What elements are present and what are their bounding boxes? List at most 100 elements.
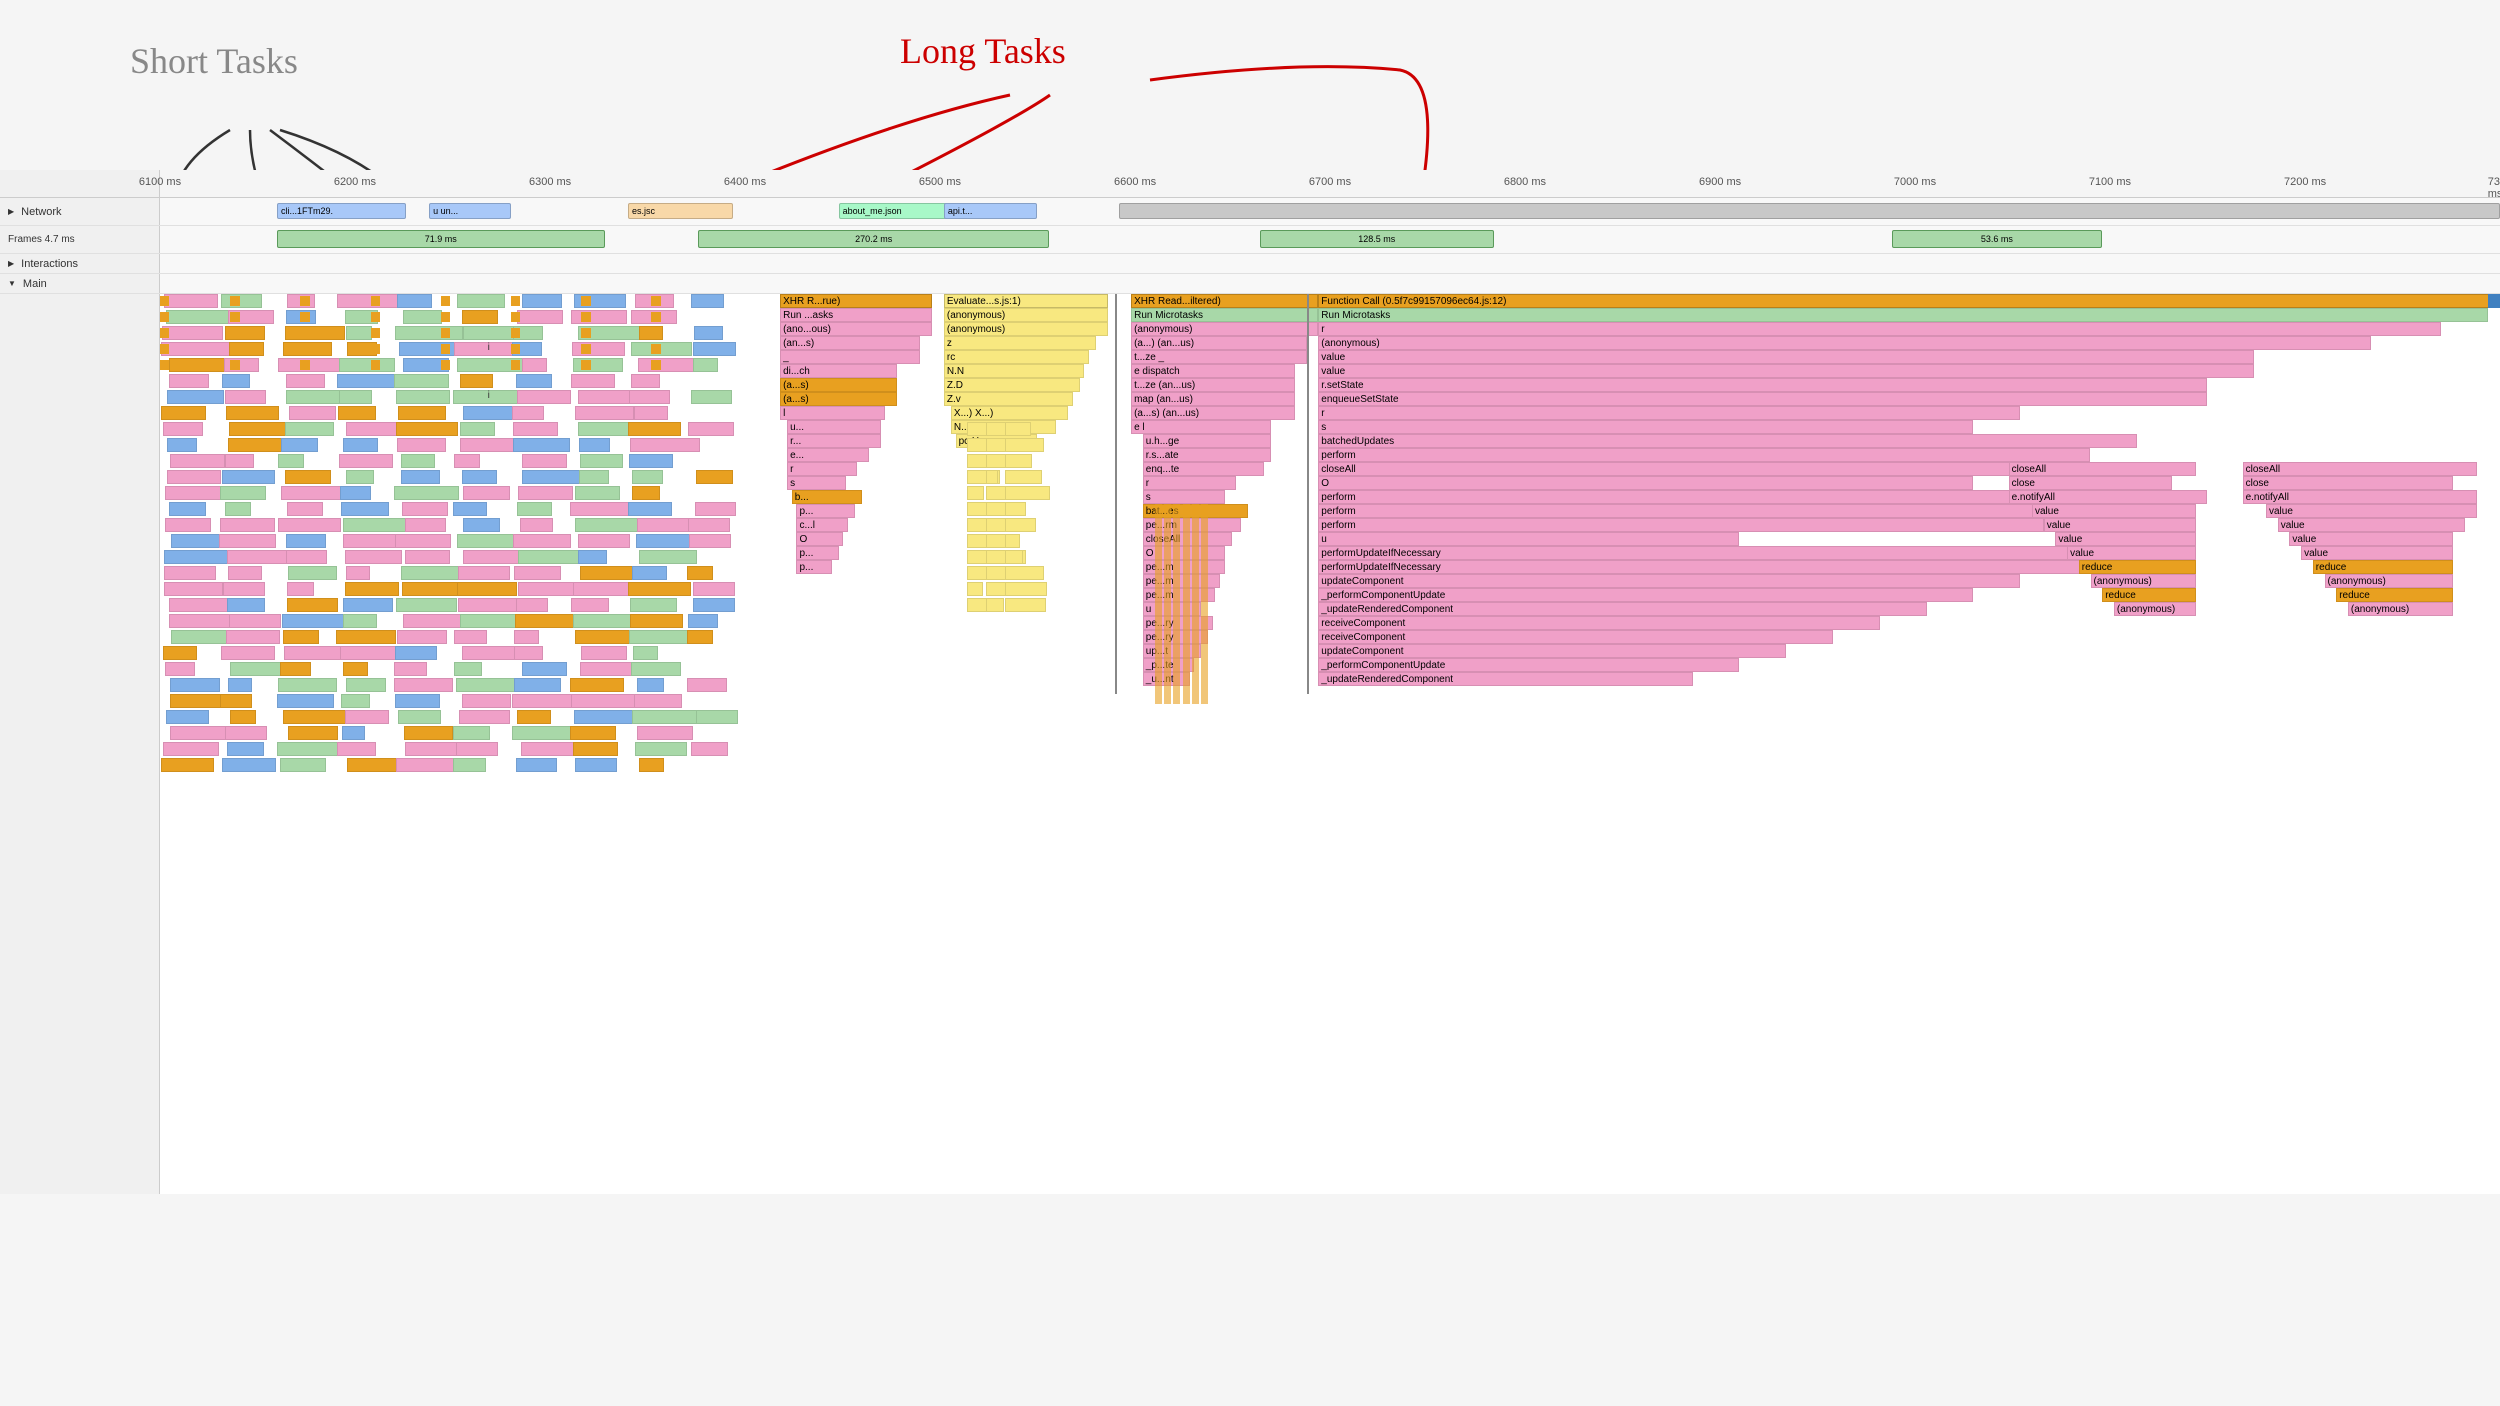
call-frame: p... [796,504,855,518]
call-frame: _performComponentUpdate [1318,588,1973,602]
call-frame [281,438,319,452]
call-frame: batchedUpdates [1318,434,2137,448]
call-frame [345,550,402,564]
call-frame [696,710,738,724]
call-frame: performUpdateIfNecessary [1318,546,2137,560]
call-frame [278,518,342,532]
call-frame [580,662,635,676]
call-frame [691,390,732,404]
call-frame: r [1318,322,2441,336]
call-frame [457,534,516,548]
network-content: cli...1FTm29.u un...es.jscabout_me.jsona… [160,198,2500,225]
call-frame [337,294,402,308]
task-indicator [371,296,380,306]
call-frame: (anonymous) [1318,336,2371,350]
call-frame [632,470,663,484]
call-frame [401,470,441,484]
call-frame [693,598,735,612]
call-frame [395,694,440,708]
task-indicator [651,344,660,354]
track-interactions[interactable]: ▶ Interactions [0,254,2500,274]
call-frame [1005,422,1032,436]
call-frame [222,374,250,388]
time-marker: 6100 ms [139,176,181,188]
call-frame [288,566,337,580]
call-frame [516,374,552,388]
call-frame [283,630,319,644]
call-frame [628,502,672,516]
call-frame [687,678,727,692]
call-frame: (anonymous) [2091,574,2196,588]
call-frame [225,502,251,516]
time-marker: 7000 ms [1894,176,1936,188]
call-frame [336,630,396,644]
call-frame: r [1318,406,2020,420]
call-frame [166,310,234,324]
task-indicator [300,360,309,370]
network-label: ▶ Network [0,198,160,225]
call-frame: e dispatch [1131,364,1295,378]
call-frame [340,486,371,500]
call-frame [630,438,700,452]
call-frame [629,390,670,404]
call-frame [396,598,457,612]
call-frame: e l [1131,420,1271,434]
call-frame [1005,438,1045,452]
call-frame: di...ch [780,364,897,378]
call-frame [967,486,984,500]
task-indicator [300,328,309,338]
call-frame [161,342,231,356]
call-frame [637,678,664,692]
call-frame [166,710,208,724]
call-frame [230,710,256,724]
call-frame [687,566,713,580]
call-frame [342,726,366,740]
network-bar: cli...1FTm29. [277,203,406,219]
call-frame [169,502,206,516]
call-frame [632,486,660,500]
call-frame [398,406,446,420]
call-frame [278,358,345,372]
call-frame: perform [1318,448,2090,462]
call-frame [520,518,552,532]
call-frame: r [1143,476,1237,490]
call-frame [280,758,326,772]
call-frame: value [2278,518,2465,532]
call-frame: updateComponent [1318,644,1786,658]
call-frame [454,630,487,644]
task-bar [1183,504,1190,704]
call-frame [222,470,274,484]
time-marker: 6300 ms [529,176,571,188]
frame-bar: 71.9 ms [277,230,605,248]
call-frame: (a...s) [780,378,897,392]
call-frame: _updateRenderedComponent [1318,672,1692,686]
call-frame [460,438,515,452]
call-frame [229,614,282,628]
call-frame [629,454,672,468]
call-frame [453,726,490,740]
task-indicator [511,296,520,306]
call-frame [688,422,734,436]
call-frame [221,294,262,308]
task-indicator [651,312,660,322]
call-frame [515,614,578,628]
call-frame: (anonymous) [944,308,1108,322]
call-frame: value [2055,532,2195,546]
call-frame [163,742,220,756]
call-frame [226,630,280,644]
call-frame [286,374,325,388]
call-frame [225,726,267,740]
call-frame [394,662,427,676]
network-bar: u un... [429,203,511,219]
call-frame: u [1318,532,1739,546]
call-frame [285,326,345,340]
call-frame [453,390,518,404]
task-indicator [230,312,239,322]
call-frame: (anonymous) [2325,574,2454,588]
call-frame [289,406,336,420]
call-frame [394,374,449,388]
call-frame [986,470,998,484]
call-frame [571,310,627,324]
task-indicator [230,344,239,354]
network-bar: api.t... [944,203,1038,219]
